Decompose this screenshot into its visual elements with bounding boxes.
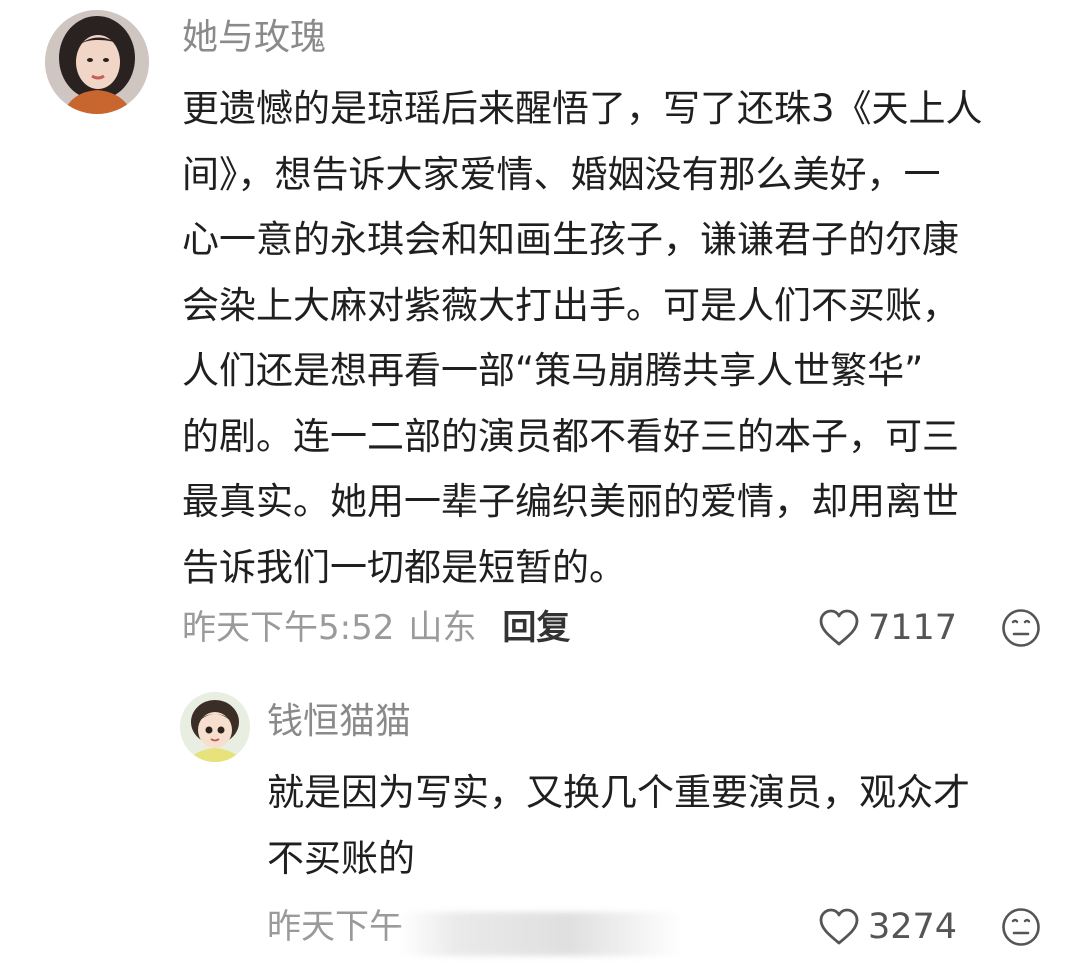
username[interactable]: 她与玫瑰 (182, 16, 326, 60)
heart-outline-icon (819, 908, 859, 945)
comment-line: 更遗憾的是琼瑶后来醒悟了，写了还珠3《天上人 (182, 87, 983, 130)
username[interactable]: 钱恒猫猫 (267, 700, 411, 744)
comment-meta: 昨天下午 (267, 905, 417, 949)
neutral-face-icon[interactable] (1001, 907, 1041, 947)
like-button[interactable]: 3274 (818, 905, 957, 949)
avatar[interactable] (180, 692, 250, 762)
like-button[interactable]: 7117 (818, 606, 957, 650)
neutral-face-icon[interactable] (1001, 608, 1041, 648)
comment-line: 最真实。她用一辈子编织美丽的爱情，却用离世 (182, 480, 959, 523)
timestamp: 昨天下午5:52 (182, 608, 395, 648)
heart-outline-icon (819, 609, 859, 646)
location: 山东 (408, 608, 477, 648)
avatar-image (45, 10, 149, 114)
like-count: 7117 (868, 608, 958, 648)
comment-text: 更遗憾的是琼瑶后来醒悟了，写了还珠3《天上人 间》，想告诉大家爱情、婚姻没有那么… (182, 76, 983, 600)
comment-line: 就是因为写实，又换几个重要演员，观众才 (267, 771, 970, 814)
comment-text: 就是因为写实，又换几个重要演员，观众才 不买账的 (267, 760, 970, 891)
comment-line: 告诉我们一切都是短暂的。 (182, 545, 626, 589)
comment-line: 的剧。连一二部的演员都不看好三的本子，可三 (182, 414, 959, 458)
comment-line: 间》，想告诉大家爱情、婚姻没有那么美好，一 (182, 152, 941, 196)
avatar[interactable] (45, 10, 149, 114)
avatar-image (180, 692, 250, 762)
comment-meta: 昨天下午5:52 山东 回复 (182, 606, 584, 650)
comment-line: 人们还是想再看一部“策马崩腾共享人世繁华” (182, 349, 924, 392)
like-count: 3274 (868, 907, 958, 947)
comment-line: 会染上大麻对紫薇大打出手。可是人们不买账， (182, 283, 959, 327)
timestamp: 昨天下午 (267, 907, 403, 947)
reply-button[interactable]: 回复 (502, 608, 570, 648)
comment-line: 不买账的 (267, 836, 415, 880)
comment-line: 心一意的永琪会和知画生孩子，谦谦君子的尔康 (182, 218, 959, 261)
watermark-blur (400, 912, 682, 956)
